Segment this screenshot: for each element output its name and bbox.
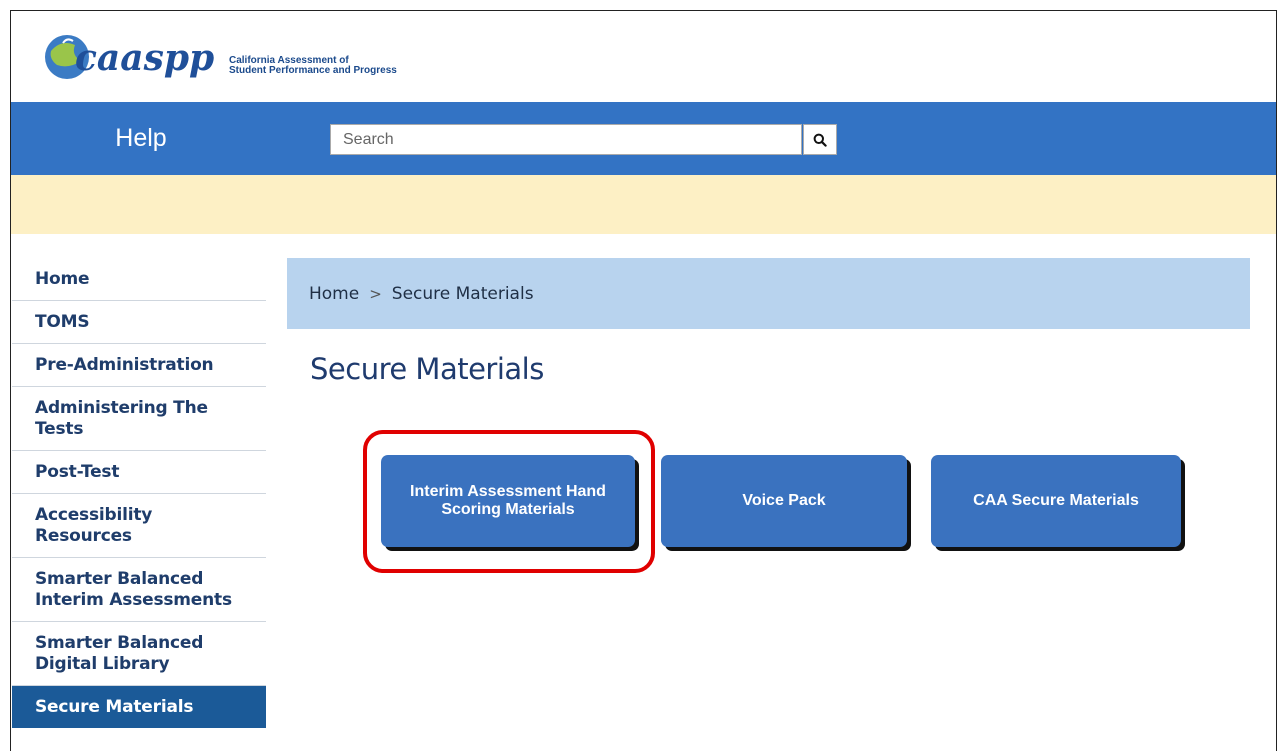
org-name-line2: Student Performance and Progress [229,65,397,76]
sidebar-item-toms[interactable]: TOMS [12,301,266,344]
logo-wordmark: caaspp [75,37,214,79]
search-input[interactable] [330,124,802,155]
breadcrumb: Home > Secure Materials [287,258,1250,329]
sidebar-item-pre-administration[interactable]: Pre-Administration [12,344,266,387]
voice-pack-button[interactable]: Voice Pack [661,455,907,547]
breadcrumb-current: Secure Materials [391,283,534,304]
caa-secure-materials-button[interactable]: CAA Secure Materials [931,455,1181,547]
help-title[interactable]: Help [11,102,271,175]
search-button[interactable] [803,124,837,155]
org-name: California Assessment of Student Perform… [229,56,397,76]
sidebar-item-accessibility-resources[interactable]: Accessibility Resources [12,494,266,558]
breadcrumb-home[interactable]: Home [309,284,359,304]
magnifier-icon [813,133,827,147]
help-bar: Help [11,102,1276,175]
interim-hand-scoring-button[interactable]: Interim Assessment Hand Scoring Material… [381,455,635,547]
header: caaspp California Assessment of Student … [11,11,1276,102]
page-title: Secure Materials [310,352,544,386]
sidebar-item-home[interactable]: Home [12,258,266,301]
sidebar-item-interim-assessments[interactable]: Smarter Balanced Interim Assessments [12,558,266,622]
caaspp-logo[interactable]: caaspp [41,25,231,87]
sidebar-nav: Home TOMS Pre-Administration Administeri… [12,258,266,728]
notice-bar [11,175,1276,234]
sidebar-item-post-test[interactable]: Post-Test [12,451,266,494]
sidebar-item-digital-library[interactable]: Smarter Balanced Digital Library [12,622,266,686]
sidebar-item-secure-materials[interactable]: Secure Materials [12,686,266,728]
breadcrumb-separator: > [369,284,382,303]
sidebar-item-administering-the-tests[interactable]: Administering The Tests [12,387,266,451]
